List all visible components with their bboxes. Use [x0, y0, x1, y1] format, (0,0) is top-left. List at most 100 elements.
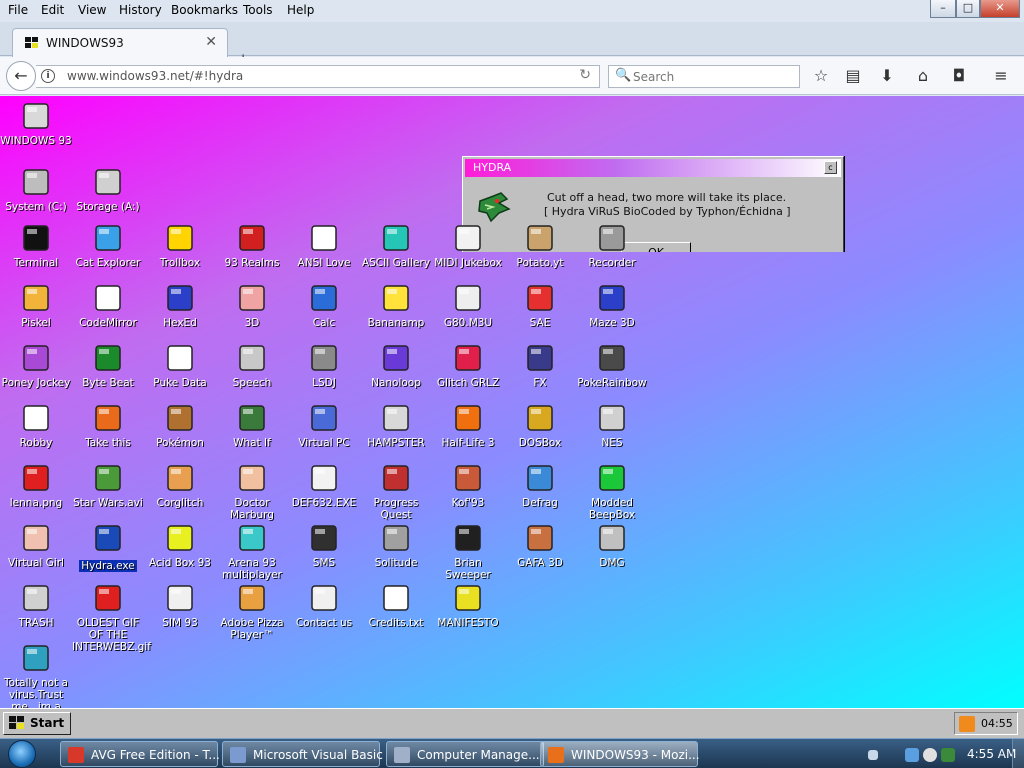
desktop-icon-gafa[interactable]: GAFA 3D — [504, 522, 576, 569]
close-window-button[interactable]: ✕ — [980, 0, 1020, 18]
tab-windows93[interactable]: WINDOWS93 ✕ — [12, 28, 228, 57]
desktop-icon-ascii-gallery[interactable]: ASCII Gallery — [360, 222, 432, 269]
desktop-icon-maze[interactable]: Maze 3D — [576, 282, 648, 329]
desktop-icon-amiga-ball[interactable]: SAE — [504, 282, 576, 329]
hydra-title-bar[interactable]: HYDRA c — [465, 159, 841, 177]
desktop-icon-teapot[interactable]: 3D — [216, 282, 288, 329]
desktop-icon-pizza[interactable]: Adobe Pizza Player™ — [216, 582, 288, 641]
hydra-close-button[interactable]: c — [824, 161, 837, 174]
desktop-icon-beepbox[interactable]: Modded BeepBox — [576, 462, 648, 521]
desktop-icon-solitude[interactable]: Solitude — [360, 522, 432, 569]
pocket-icon[interactable]: ◘ — [946, 64, 972, 88]
desktop-icon-virtual-pc[interactable]: Virtual PC — [288, 402, 360, 449]
desktop-icon-playlist[interactable]: G80.M3U — [432, 282, 504, 329]
desktop-icon-dosbox[interactable]: DOSBox — [504, 402, 576, 449]
win7-clock[interactable]: 4:55 AM — [967, 747, 1016, 761]
taskbar-button-3[interactable]: WINDOWS93 - Mozi... — [540, 741, 700, 767]
taskbar-button-1[interactable]: Microsoft Visual Basic — [222, 741, 383, 767]
site-info-icon[interactable]: i — [41, 69, 55, 83]
desktop-icon-terminal[interactable]: Terminal — [0, 222, 72, 269]
home-icon[interactable]: ⌂ — [910, 64, 936, 88]
desktop-icon-ansi-love[interactable]: ANSI Love — [288, 222, 360, 269]
tab-close-icon[interactable]: ✕ — [205, 34, 217, 50]
desktop-icon-kof[interactable]: Kof'93 — [432, 462, 504, 509]
desktop-icon-pokerainbow[interactable]: PokeRainbow — [576, 342, 648, 389]
desktop-icon-def632[interactable]: DEF632.EXE — [288, 462, 360, 509]
url-input[interactable] — [67, 69, 527, 83]
desktop-icon-robby[interactable]: Robby — [0, 402, 72, 449]
taskbar-button-0[interactable]: AVG Free Edition - T... — [60, 741, 220, 767]
desktop-icon-pony[interactable]: Poney Jockey — [0, 342, 72, 389]
desktop-icon-sms-console[interactable]: SMS — [288, 522, 360, 569]
desktop-icon-trash[interactable]: TRASH — [0, 582, 72, 629]
download-icon[interactable]: ⬇ — [874, 64, 900, 88]
menu-bookmarks[interactable]: Bookmarks — [171, 3, 238, 17]
desktop-icon-glitch-lips[interactable]: Glitch GRLZ — [432, 342, 504, 389]
desktop-icon-mine[interactable]: Brian Sweeper — [432, 522, 504, 581]
desktop-icon-realms[interactable]: 93 Realms — [216, 222, 288, 269]
desktop-icon-midi-jukebox[interactable]: MIDI Jukebox — [432, 222, 504, 269]
desktop-icon-cat-explorer[interactable]: Cat Explorer — [72, 222, 144, 269]
desktop-icon-progress-quest[interactable]: Progress Quest — [360, 462, 432, 521]
desktop-icon-yoda[interactable]: Star Wars.avi — [72, 462, 144, 509]
desktop-icon-doctor[interactable]: Doctor Marburg — [216, 462, 288, 521]
desktop-icon-acid-smiley[interactable]: Acid Box 93 — [144, 522, 216, 569]
reading-list-icon[interactable]: ▤ — [840, 64, 866, 88]
network-icon[interactable] — [905, 748, 919, 762]
desktop-icon-speech[interactable]: Speech — [216, 342, 288, 389]
desktop-icon-contact[interactable]: Contact us — [288, 582, 360, 629]
security-icon[interactable] — [941, 748, 955, 762]
w93-start-button[interactable]: Start — [3, 712, 71, 735]
desktop-icon-puke-data[interactable]: Puke Data — [144, 342, 216, 389]
desktop-icon-recorder[interactable]: Recorder — [576, 222, 648, 269]
desktop-icon-take-this[interactable]: Take this — [72, 402, 144, 449]
keyboard-icon[interactable] — [868, 750, 878, 760]
desktop-icon-half-life[interactable]: Half-Life 3 — [432, 402, 504, 449]
show-desktop-button[interactable] — [1012, 739, 1024, 768]
desktop-icon-trollbox[interactable]: Trollbox — [144, 222, 216, 269]
bookmark-star-icon[interactable]: ☆ — [808, 64, 834, 88]
desktop-icon-gif-file[interactable]: OLDEST GIF OF THE INTERWEBZ.gif — [72, 582, 151, 653]
desktop-icon-image-file[interactable]: lenna.png — [0, 462, 72, 509]
maximize-button[interactable]: □ — [956, 0, 980, 18]
desktop-icon-what-if[interactable]: What If — [216, 402, 288, 449]
desktop-icon-sim[interactable]: SIM 93 — [144, 582, 216, 629]
desktop-icon-floppy-drive[interactable]: Storage (A:) — [72, 166, 144, 213]
desktop-icon-potato[interactable]: Potato.yt — [504, 222, 576, 269]
desktop-icon-calculator[interactable]: Calc — [288, 282, 360, 329]
minimize-button[interactable]: – — [930, 0, 956, 18]
desktop-icon-corgi[interactable]: Corglitch — [144, 462, 216, 509]
search-input[interactable] — [633, 70, 793, 84]
search-tray-icon[interactable] — [923, 748, 937, 762]
menu-file[interactable]: File — [8, 3, 28, 17]
menu-history[interactable]: History — [119, 3, 162, 17]
desktop-icon-nes[interactable]: NES — [576, 402, 648, 449]
desktop-icon-defrag[interactable]: Defrag — [504, 462, 576, 509]
hamburger-menu-icon[interactable]: ≡ — [988, 64, 1014, 88]
desktop-icon-hexed[interactable]: HexEd — [144, 282, 216, 329]
desktop-icon-atom[interactable]: FX — [504, 342, 576, 389]
menu-edit[interactable]: Edit — [41, 3, 64, 17]
desktop-icon-bytebeat[interactable]: Byte Beat — [72, 342, 144, 389]
desktop-icon-hydra[interactable]: Hydra.exe — [72, 522, 144, 573]
menu-tools[interactable]: Tools — [243, 3, 273, 17]
desktop-icon-question-mark[interactable]: MANIFESTO — [432, 582, 504, 629]
desktop-icon-codemirror[interactable]: CodeMirror — [72, 282, 144, 329]
desktop-icon-banana[interactable]: Bananamp — [360, 282, 432, 329]
taskbar-button-2[interactable]: Computer Manage... — [386, 741, 544, 767]
desktop-icon-dmg[interactable]: DMG — [576, 522, 648, 569]
windows-start-orb[interactable] — [8, 740, 36, 768]
desktop-icon-computer[interactable]: WINDOWS 93 — [0, 100, 72, 147]
desktop-icon-arena-cube[interactable]: Arena 93 multiplayer — [216, 522, 288, 581]
desktop-icon-hard-drive[interactable]: System (C:) — [0, 166, 72, 213]
desktop-icon-lsdj[interactable]: LSDJ — [288, 342, 360, 389]
menu-help[interactable]: Help — [287, 3, 314, 17]
desktop-icon-dolphin[interactable]: Totally not a virus.Trust me...im a — [0, 642, 72, 708]
desktop-icon-piskel[interactable]: Piskel — [0, 282, 72, 329]
rss-feed-icon[interactable] — [959, 716, 975, 732]
search-box[interactable]: 🔍 — [608, 65, 800, 88]
url-bar[interactable]: i ↻ — [36, 65, 600, 88]
desktop-icon-virtual-girl[interactable]: Virtual Girl — [0, 522, 72, 569]
desktop-icon-nanoloop[interactable]: Nanoloop — [360, 342, 432, 389]
desktop-icon-pokemon[interactable]: Pokémon — [144, 402, 216, 449]
